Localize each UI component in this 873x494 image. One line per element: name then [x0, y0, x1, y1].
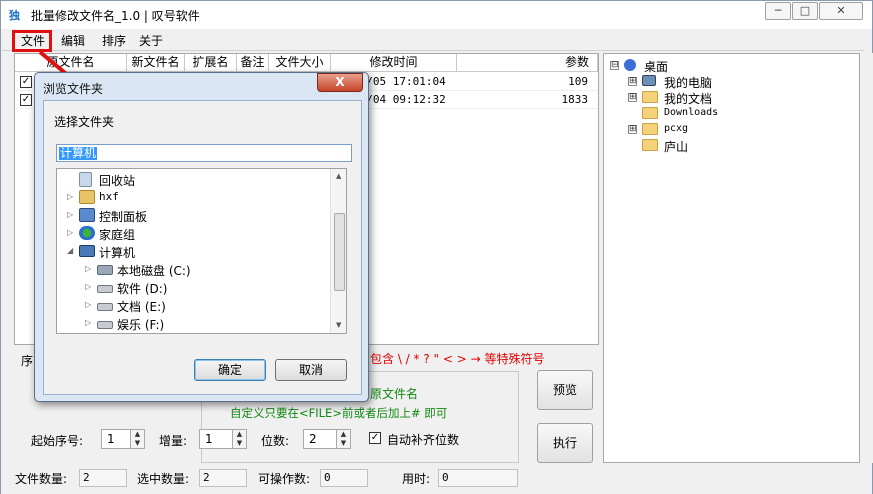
tree-item-control-panel[interactable]: ▷ 控制面板: [61, 207, 321, 225]
tree-item-label: 软件 (D:): [117, 282, 168, 296]
expand-icon[interactable]: ▷: [67, 210, 73, 219]
browse-folder-dialog: 浏览文件夹 X 选择文件夹 计算机 回收站 ▷ hxf ▷ 控制面板 ▷ 家庭组…: [34, 72, 369, 402]
expand-icon[interactable]: ▷: [85, 282, 91, 291]
collapse-icon[interactable]: ◢: [67, 246, 73, 255]
tree-item-label: 控制面板: [99, 210, 148, 224]
tree-item-label: 回收站: [99, 174, 136, 188]
scroll-down-icon[interactable]: ▼: [336, 321, 341, 329]
tree-item-label: 家庭组: [99, 228, 136, 242]
ok-button[interactable]: 确定: [194, 359, 266, 381]
system-drive-icon: [97, 265, 113, 275]
folder-path-value: 计算机: [59, 146, 98, 160]
tree-item-homegroup[interactable]: ▷ 家庭组: [61, 225, 321, 243]
cancel-button[interactable]: 取消: [275, 359, 347, 381]
dialog-body: 选择文件夹 计算机 回收站 ▷ hxf ▷ 控制面板 ▷ 家庭组 ◢ 计算机 ▷…: [43, 100, 362, 395]
expand-icon[interactable]: ▷: [67, 192, 73, 201]
drive-icon: [97, 303, 113, 311]
recycle-bin-icon: [79, 172, 92, 187]
tree-scrollbar[interactable]: ▲ ▼: [330, 169, 346, 333]
tree-item-hxf[interactable]: ▷ hxf: [61, 189, 321, 207]
tree-item-label: 娱乐 (F:): [117, 318, 165, 332]
expand-icon[interactable]: ▷: [67, 228, 73, 237]
dialog-title: 浏览文件夹: [43, 82, 104, 96]
dialog-close-button[interactable]: X: [317, 73, 363, 92]
tree-item-computer[interactable]: ◢ 计算机: [61, 243, 321, 261]
tree-item-label: hxf: [99, 190, 119, 203]
computer-icon: [79, 245, 95, 257]
expand-icon[interactable]: ▷: [85, 264, 91, 273]
tree-item-drive-d[interactable]: ▷ 软件 (D:): [79, 279, 319, 297]
folder-path-field[interactable]: 计算机: [56, 144, 352, 162]
dialog-prompt: 选择文件夹: [54, 115, 115, 129]
tree-item-drive-e[interactable]: ▷ 文档 (E:): [79, 297, 319, 315]
expand-icon[interactable]: ▷: [85, 318, 91, 327]
tree-item-drive-f[interactable]: ▷ 娱乐 (F:): [79, 315, 319, 333]
drive-icon: [97, 321, 113, 329]
scroll-thumb[interactable]: [334, 213, 345, 291]
drive-icon: [97, 285, 113, 293]
scroll-up-icon[interactable]: ▲: [336, 172, 341, 180]
tree-item-label: 计算机: [99, 246, 136, 260]
tree-item-label: 文档 (E:): [117, 300, 166, 314]
tree-item-label: 本地磁盘 (C:): [117, 264, 191, 278]
tree-item-drive-c[interactable]: ▷ 本地磁盘 (C:): [79, 261, 319, 279]
tree-item-recycle-bin[interactable]: 回收站: [61, 171, 321, 189]
expand-icon[interactable]: ▷: [85, 300, 91, 309]
user-folder-icon: [79, 190, 95, 204]
folder-browser-tree[interactable]: 回收站 ▷ hxf ▷ 控制面板 ▷ 家庭组 ◢ 计算机 ▷ 本地磁盘 (C:)…: [56, 168, 347, 334]
control-panel-icon: [79, 208, 95, 222]
homegroup-icon: [79, 226, 95, 240]
